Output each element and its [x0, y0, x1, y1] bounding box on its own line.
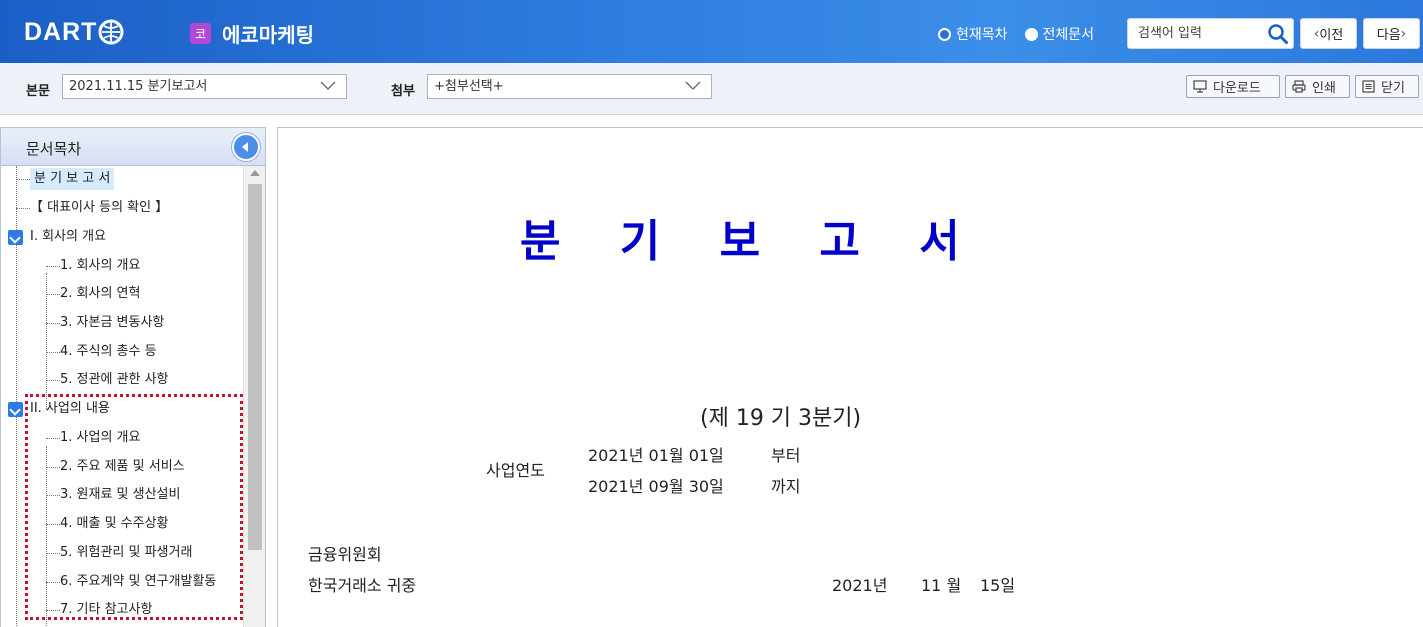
- toc-item[interactable]: 5. 정관에 관한 사항: [60, 369, 169, 391]
- tree-connector: [46, 266, 60, 267]
- radio-selected-icon: [938, 27, 951, 41]
- close-label: 닫기: [1381, 81, 1405, 96]
- tree-connector: [46, 352, 60, 353]
- fiscal-end-suffix: 까지: [771, 477, 801, 496]
- main-doc-label: 본문: [26, 84, 50, 99]
- report-day: 15일: [980, 576, 1016, 595]
- toc-item[interactable]: 3. 자본금 변동사항: [60, 312, 164, 334]
- reporting-period: (제 19 기 3분기): [700, 406, 862, 431]
- collapse-toggle-icon[interactable]: [8, 230, 23, 245]
- toc-item[interactable]: 1. 회사의 개요: [60, 255, 140, 277]
- attachment-label: 첨부: [391, 84, 415, 99]
- tree-connector: [16, 179, 30, 180]
- radio-current-label: 현재목차: [956, 27, 1008, 43]
- chevron-down-icon: [685, 81, 701, 90]
- search-icon[interactable]: [1267, 23, 1289, 45]
- toc-item[interactable]: 4. 주식의 총수 등: [60, 341, 157, 363]
- radio-current-toc[interactable]: 현재목차: [938, 24, 1008, 44]
- main-doc-select[interactable]: 2021.11.15 분기보고서: [62, 74, 347, 99]
- prev-label: 이전: [1319, 28, 1344, 43]
- toc-section-company-overview[interactable]: I. 회사의 개요: [30, 226, 106, 248]
- scroll-up-arrow-icon[interactable]: [250, 170, 260, 176]
- toc-item[interactable]: 2. 회사의 연혁: [60, 283, 140, 305]
- close-button[interactable]: 닫기: [1355, 75, 1419, 98]
- report-month: 11 월: [921, 576, 962, 595]
- toc-header: 문서목차: [1, 128, 265, 166]
- company-type-badge: 코: [190, 23, 211, 44]
- attachment-select[interactable]: +첨부선택+: [427, 74, 712, 99]
- report-year: 2021년: [832, 576, 888, 595]
- toc-title: 문서목차: [26, 140, 82, 158]
- document-close-icon: [1362, 80, 1375, 93]
- company-name: 에코마케팅: [222, 23, 314, 47]
- dart-logo[interactable]: DART: [24, 17, 124, 47]
- arrow-left-icon: [242, 142, 248, 152]
- fiscal-start-suffix: 부터: [771, 446, 801, 465]
- radio-all-docs[interactable]: 전체문서: [1024, 24, 1095, 44]
- recipient-fsc: 금융위원회: [308, 545, 382, 564]
- prev-button[interactable]: ‹ 이전: [1300, 18, 1357, 49]
- tree-connector: [46, 294, 60, 295]
- section-highlight-box: [25, 394, 243, 620]
- document-viewer: [277, 127, 1423, 627]
- download-label: 다운로드: [1213, 81, 1261, 96]
- download-button[interactable]: 다운로드: [1186, 75, 1280, 98]
- search-scope-radio-group: 현재목차 전체문서: [938, 24, 1111, 44]
- radio-unselected-icon: [1024, 27, 1038, 41]
- collapse-sidebar-button[interactable]: [232, 133, 260, 161]
- collapse-toggle-icon[interactable]: [8, 402, 23, 417]
- printer-icon: [1292, 80, 1306, 93]
- attachment-value: +첨부선택+: [434, 79, 504, 94]
- tree-connector: [46, 323, 60, 324]
- search-input[interactable]: [1138, 19, 1276, 47]
- toc-scrollbar[interactable]: [243, 166, 265, 627]
- print-label: 인쇄: [1312, 81, 1336, 96]
- monitor-download-icon: [1193, 80, 1207, 93]
- recipient-krx: 한국거래소 귀중: [308, 576, 417, 595]
- next-button[interactable]: 다음 ›: [1363, 18, 1420, 49]
- document-title: 분 기 보 고 서: [520, 216, 982, 267]
- fiscal-end-date: 2021년 09월 30일: [588, 477, 724, 496]
- tree-connector: [46, 380, 60, 381]
- scroll-thumb[interactable]: [248, 184, 262, 550]
- print-button[interactable]: 인쇄: [1285, 75, 1350, 98]
- document-toolbar: 본문 2021.11.15 분기보고서 첨부 +첨부선택+ 다운로드 인쇄 닫기: [0, 63, 1423, 115]
- search-box: [1127, 18, 1294, 49]
- toc-item-ceo-confirmation[interactable]: 【 대표이사 등의 확인 】: [30, 197, 168, 219]
- fiscal-year-label: 사업연도: [486, 461, 545, 480]
- tree-connector: [16, 208, 30, 209]
- globe-icon: [98, 19, 124, 45]
- toc-item-quarterly-report[interactable]: 분 기 보 고 서: [30, 168, 115, 190]
- fiscal-start-date: 2021년 01월 01일: [588, 446, 724, 465]
- main-doc-value: 2021.11.15 분기보고서: [69, 79, 208, 94]
- top-header: DART 코 에코마케팅 현재목차 전체문서 ‹ 이전 다음 ›: [0, 0, 1423, 63]
- chevron-down-icon: [320, 81, 336, 90]
- radio-all-label: 전체문서: [1042, 27, 1095, 43]
- logo-text: DART: [24, 17, 98, 46]
- chevron-right-icon: ›: [1400, 25, 1407, 42]
- next-label: 다음: [1376, 28, 1401, 43]
